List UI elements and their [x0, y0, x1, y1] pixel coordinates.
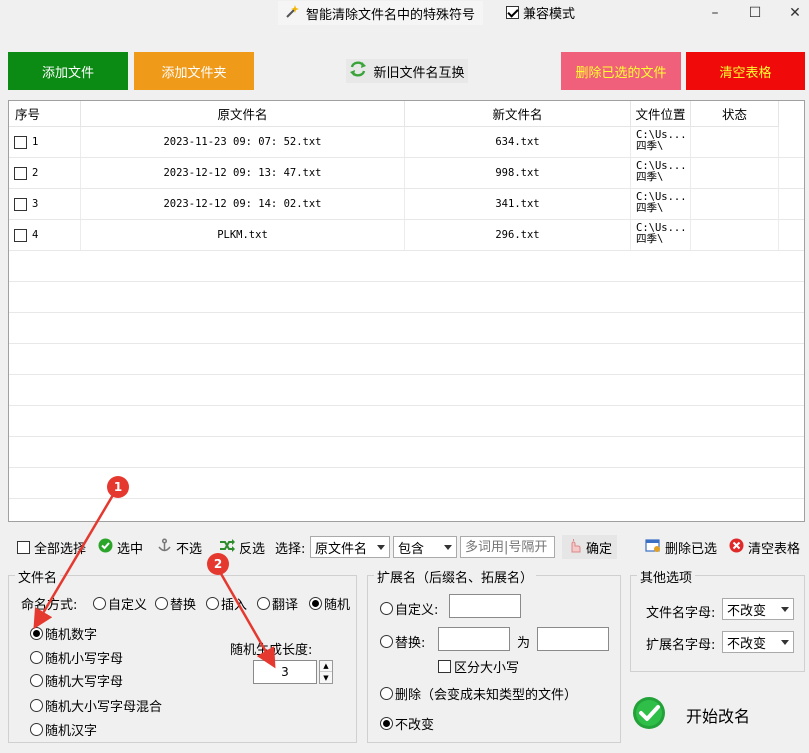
annotation-badge-2: 2	[207, 553, 229, 575]
annotation-arrow-2	[218, 571, 276, 669]
annotation-arrows	[33, 494, 276, 669]
annotation-arrow-1	[33, 494, 115, 630]
annotation-badge-1: 1	[107, 476, 129, 498]
